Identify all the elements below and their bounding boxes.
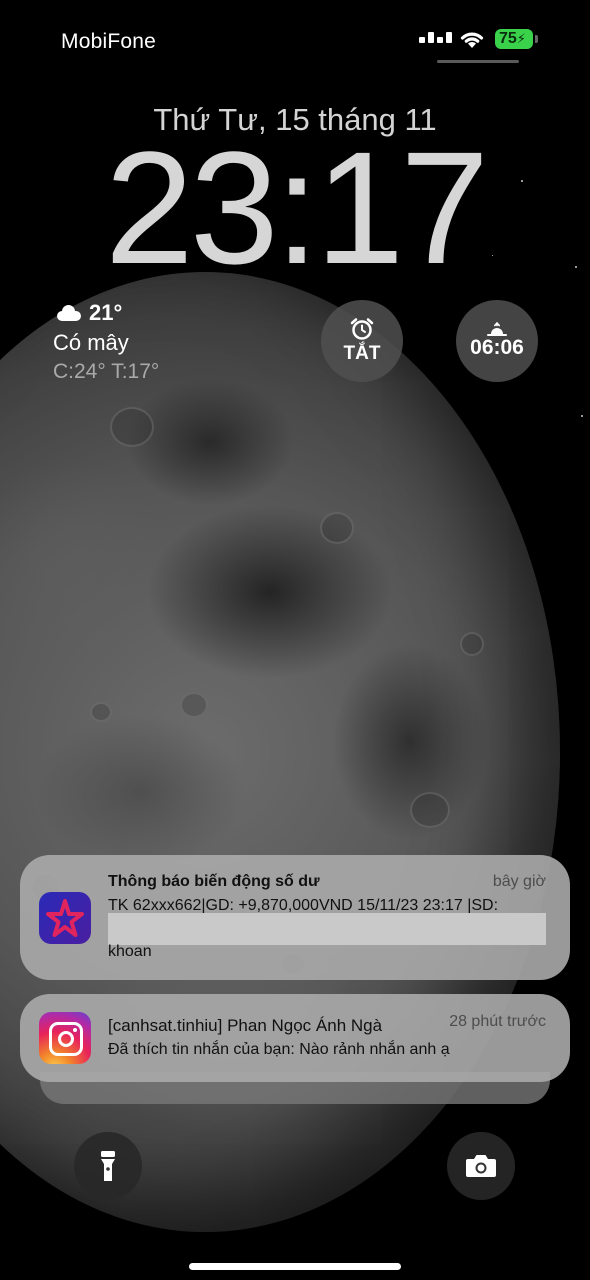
camera-button[interactable] (447, 1132, 515, 1200)
notification-body-continued: khoan (108, 943, 152, 960)
weather-temperature: 21° (89, 300, 123, 325)
notification-time: bây giờ (492, 873, 546, 890)
notification-title: [canhsat.tinhiu] Phan Ngọc Ánh Ngà (108, 1016, 383, 1035)
battery-tip (535, 35, 538, 43)
notification-title: Thông báo biến động số dư (108, 873, 320, 890)
notification-instagram[interactable]: [canhsat.tinhiu] Phan Ngọc Ánh Ngà 28 ph… (20, 994, 570, 1082)
weather-condition: Có mây (53, 330, 129, 355)
carrier-name: MobiFone (61, 30, 156, 53)
status-bar: MobiFone 75⚡ (0, 0, 590, 80)
battery-level: 75 (499, 30, 517, 47)
cloud-icon (53, 305, 81, 321)
weather-high-low: C:24° T:17° (53, 360, 160, 383)
weather-widget[interactable]: 21° Có mây C:24° T:17° (53, 300, 159, 384)
cellular-signal-icon (419, 32, 452, 43)
alarm-clock-icon (350, 318, 374, 340)
alarm-widget[interactable]: TẮT (321, 300, 403, 382)
alarm-label: TẮT (343, 343, 381, 364)
control-center-grabber[interactable] (437, 60, 519, 63)
notification-body: Đã thích tin nhắn của bạn: Nào rảnh nhắn… (108, 1041, 450, 1058)
sunrise-time: 06:06 (470, 336, 524, 359)
flashlight-icon (101, 1151, 115, 1181)
instagram-icon (39, 1012, 91, 1064)
notification-time: 28 phút trước (449, 1013, 546, 1030)
notification-banking[interactable]: Thông báo biến động số dư bây giờ TK 62x… (20, 855, 570, 980)
lock-screen-time: 23:17 (104, 118, 489, 297)
sunrise-widget[interactable]: 06:06 (456, 300, 538, 382)
banking-app-icon (39, 892, 91, 944)
flashlight-button[interactable] (74, 1132, 142, 1200)
battery-icon: 75⚡ (495, 29, 533, 49)
camera-icon (466, 1155, 496, 1177)
redaction-block (108, 913, 546, 945)
sunrise-icon (487, 322, 507, 336)
wifi-icon (460, 32, 484, 48)
home-indicator[interactable] (189, 1263, 401, 1270)
